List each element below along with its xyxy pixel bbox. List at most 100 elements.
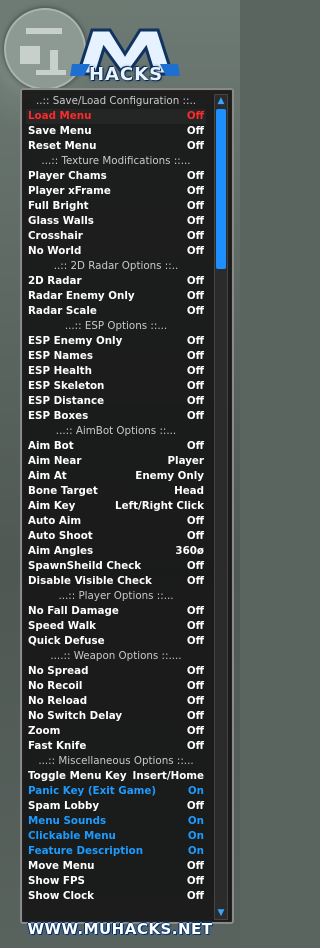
- menu-item[interactable]: Reset Menu Off: [26, 139, 206, 154]
- menu-item-label: Aim Key: [28, 500, 76, 512]
- menu-item-value: Enemy Only: [135, 470, 204, 482]
- menu-item-label: Disable Visible Check: [28, 575, 152, 587]
- chevron-up-icon[interactable]: ▲: [215, 95, 227, 107]
- menu-item-label: Toggle Menu Key: [28, 770, 127, 782]
- menu-item-value: Off: [186, 800, 204, 812]
- menu-item-label: Radar Enemy Only: [28, 290, 135, 302]
- menu-item-value: On: [187, 785, 204, 797]
- menu-item-label: ESP Names: [28, 350, 93, 362]
- menu-item[interactable]: SpawnSheild Check Off: [26, 559, 206, 574]
- menu-item-value: Off: [186, 575, 204, 587]
- menu-item-label: Panic Key (Exit Game): [28, 785, 157, 797]
- menu-item[interactable]: Aim Key Left/Right Click: [26, 499, 206, 514]
- menu-item[interactable]: Clickable Menu On: [26, 829, 206, 844]
- menu-item[interactable]: Show FPS Off: [26, 874, 206, 889]
- menu-item-value: Off: [186, 605, 204, 617]
- menu-item[interactable]: ESP Health Off: [26, 364, 206, 379]
- menu-item[interactable]: No Spread Off: [26, 664, 206, 679]
- menu-item[interactable]: Aim Bot Off: [26, 439, 206, 454]
- menu-item[interactable]: No Reload Off: [26, 694, 206, 709]
- menu-item-label: Show FPS: [28, 875, 85, 887]
- menu-item[interactable]: Load Menu Off: [26, 109, 206, 124]
- menu-item[interactable]: Crosshair Off: [26, 229, 206, 244]
- menu-item-label: No Fall Damage: [28, 605, 119, 617]
- menu-item[interactable]: Player Chams Off: [26, 169, 206, 184]
- menu-item[interactable]: ESP Enemy Only Off: [26, 334, 206, 349]
- menu-section-header: ...:: Player Options ::...: [26, 589, 206, 604]
- menu-item[interactable]: Radar Enemy Only Off: [26, 289, 206, 304]
- menu-item[interactable]: ESP Skeleton Off: [26, 379, 206, 394]
- chevron-down-icon[interactable]: ▼: [215, 907, 227, 919]
- menu-list: ..:: Save/Load Configuration ::..Load Me…: [26, 94, 206, 904]
- menu-item[interactable]: Auto Shoot Off: [26, 529, 206, 544]
- menu-item[interactable]: No World Off: [26, 244, 206, 259]
- menu-item[interactable]: ESP Distance Off: [26, 394, 206, 409]
- menu-item-label: No Reload: [28, 695, 88, 707]
- menu-item-value: Off: [186, 635, 204, 647]
- menu-item[interactable]: Menu Sounds On: [26, 814, 206, 829]
- menu-item[interactable]: Radar Scale Off: [26, 304, 206, 319]
- menu-item[interactable]: Save Menu Off: [26, 124, 206, 139]
- menu-item[interactable]: 2D Radar Off: [26, 274, 206, 289]
- menu-item-label: Full Bright: [28, 200, 89, 212]
- menu-item-label: Radar Scale: [28, 305, 97, 317]
- menu-item[interactable]: ESP Boxes Off: [26, 409, 206, 424]
- menu-scrollbar[interactable]: ▲ ▼: [214, 94, 228, 920]
- section-title: ...:: ESP Options ::...: [64, 320, 168, 332]
- menu-item[interactable]: Speed Walk Off: [26, 619, 206, 634]
- menu-item-value: Off: [186, 290, 204, 302]
- menu-item[interactable]: Aim At Enemy Only: [26, 469, 206, 484]
- scrollbar-thumb[interactable]: [216, 109, 226, 269]
- menu-item-label: Speed Walk: [28, 620, 97, 632]
- menu-item[interactable]: Show Clock Off: [26, 889, 206, 904]
- menu-item[interactable]: No Fall Damage Off: [26, 604, 206, 619]
- menu-item[interactable]: Disable Visible Check Off: [26, 574, 206, 589]
- footer-url: WWW.MUHACKS.NET: [27, 920, 213, 938]
- menu-item[interactable]: Aim Angles 360ø: [26, 544, 206, 559]
- section-title: ..:: Save/Load Configuration ::..: [35, 95, 197, 107]
- menu-item[interactable]: Aim Near Player: [26, 454, 206, 469]
- menu-item[interactable]: Move Menu Off: [26, 859, 206, 874]
- menu-item-label: ESP Enemy Only: [28, 335, 123, 347]
- section-title: ...:: Player Options ::...: [58, 590, 174, 602]
- menu-item-label: Bone Target: [28, 485, 98, 497]
- menu-item[interactable]: Quick Defuse Off: [26, 634, 206, 649]
- menu-item-value: Off: [186, 110, 204, 122]
- menu-item-label: Player Chams: [28, 170, 107, 182]
- menu-item-label: Zoom: [28, 725, 61, 737]
- menu-item[interactable]: Bone Target Head: [26, 484, 206, 499]
- menu-item[interactable]: Toggle Menu Key Insert/Home: [26, 769, 206, 784]
- menu-item[interactable]: No Switch Delay Off: [26, 709, 206, 724]
- menu-item-label: Move Menu: [28, 860, 95, 872]
- minimap-wall: [26, 28, 62, 34]
- minimap-wall: [20, 46, 40, 64]
- menu-item[interactable]: Auto Aim Off: [26, 514, 206, 529]
- menu-item-label: Quick Defuse: [28, 635, 105, 647]
- menu-item-label: Feature Description: [28, 845, 144, 857]
- menu-item-value: On: [187, 815, 204, 827]
- menu-item[interactable]: Feature Description On: [26, 844, 206, 859]
- menu-item-value: Off: [186, 560, 204, 572]
- menu-item[interactable]: Fast Knife Off: [26, 739, 206, 754]
- menu-item-label: No Recoil: [28, 680, 83, 692]
- menu-item[interactable]: Zoom Off: [26, 724, 206, 739]
- menu-section-header: ...:: ESP Options ::...: [26, 319, 206, 334]
- section-title: ..:: 2D Radar Options ::..: [53, 260, 179, 272]
- menu-item[interactable]: ESP Names Off: [26, 349, 206, 364]
- menu-item-value: Off: [186, 335, 204, 347]
- menu-item[interactable]: Glass Walls Off: [26, 214, 206, 229]
- menu-item-value: Player: [167, 455, 204, 467]
- menu-item[interactable]: Spam Lobby Off: [26, 799, 206, 814]
- menu-item-value: Off: [186, 380, 204, 392]
- menu-item-value: 360ø: [175, 545, 204, 557]
- menu-item[interactable]: Player xFrame Off: [26, 184, 206, 199]
- menu-item-value: Off: [186, 185, 204, 197]
- menu-item-value: Off: [186, 860, 204, 872]
- menu-item-label: Load Menu: [28, 110, 92, 122]
- hack-menu-panel[interactable]: ..:: Save/Load Configuration ::..Load Me…: [20, 88, 234, 924]
- menu-item[interactable]: Panic Key (Exit Game) On: [26, 784, 206, 799]
- menu-item-value: Off: [186, 275, 204, 287]
- menu-item[interactable]: No Recoil Off: [26, 679, 206, 694]
- section-title: ....:: Weapon Options ::....: [50, 650, 182, 662]
- menu-item[interactable]: Full Bright Off: [26, 199, 206, 214]
